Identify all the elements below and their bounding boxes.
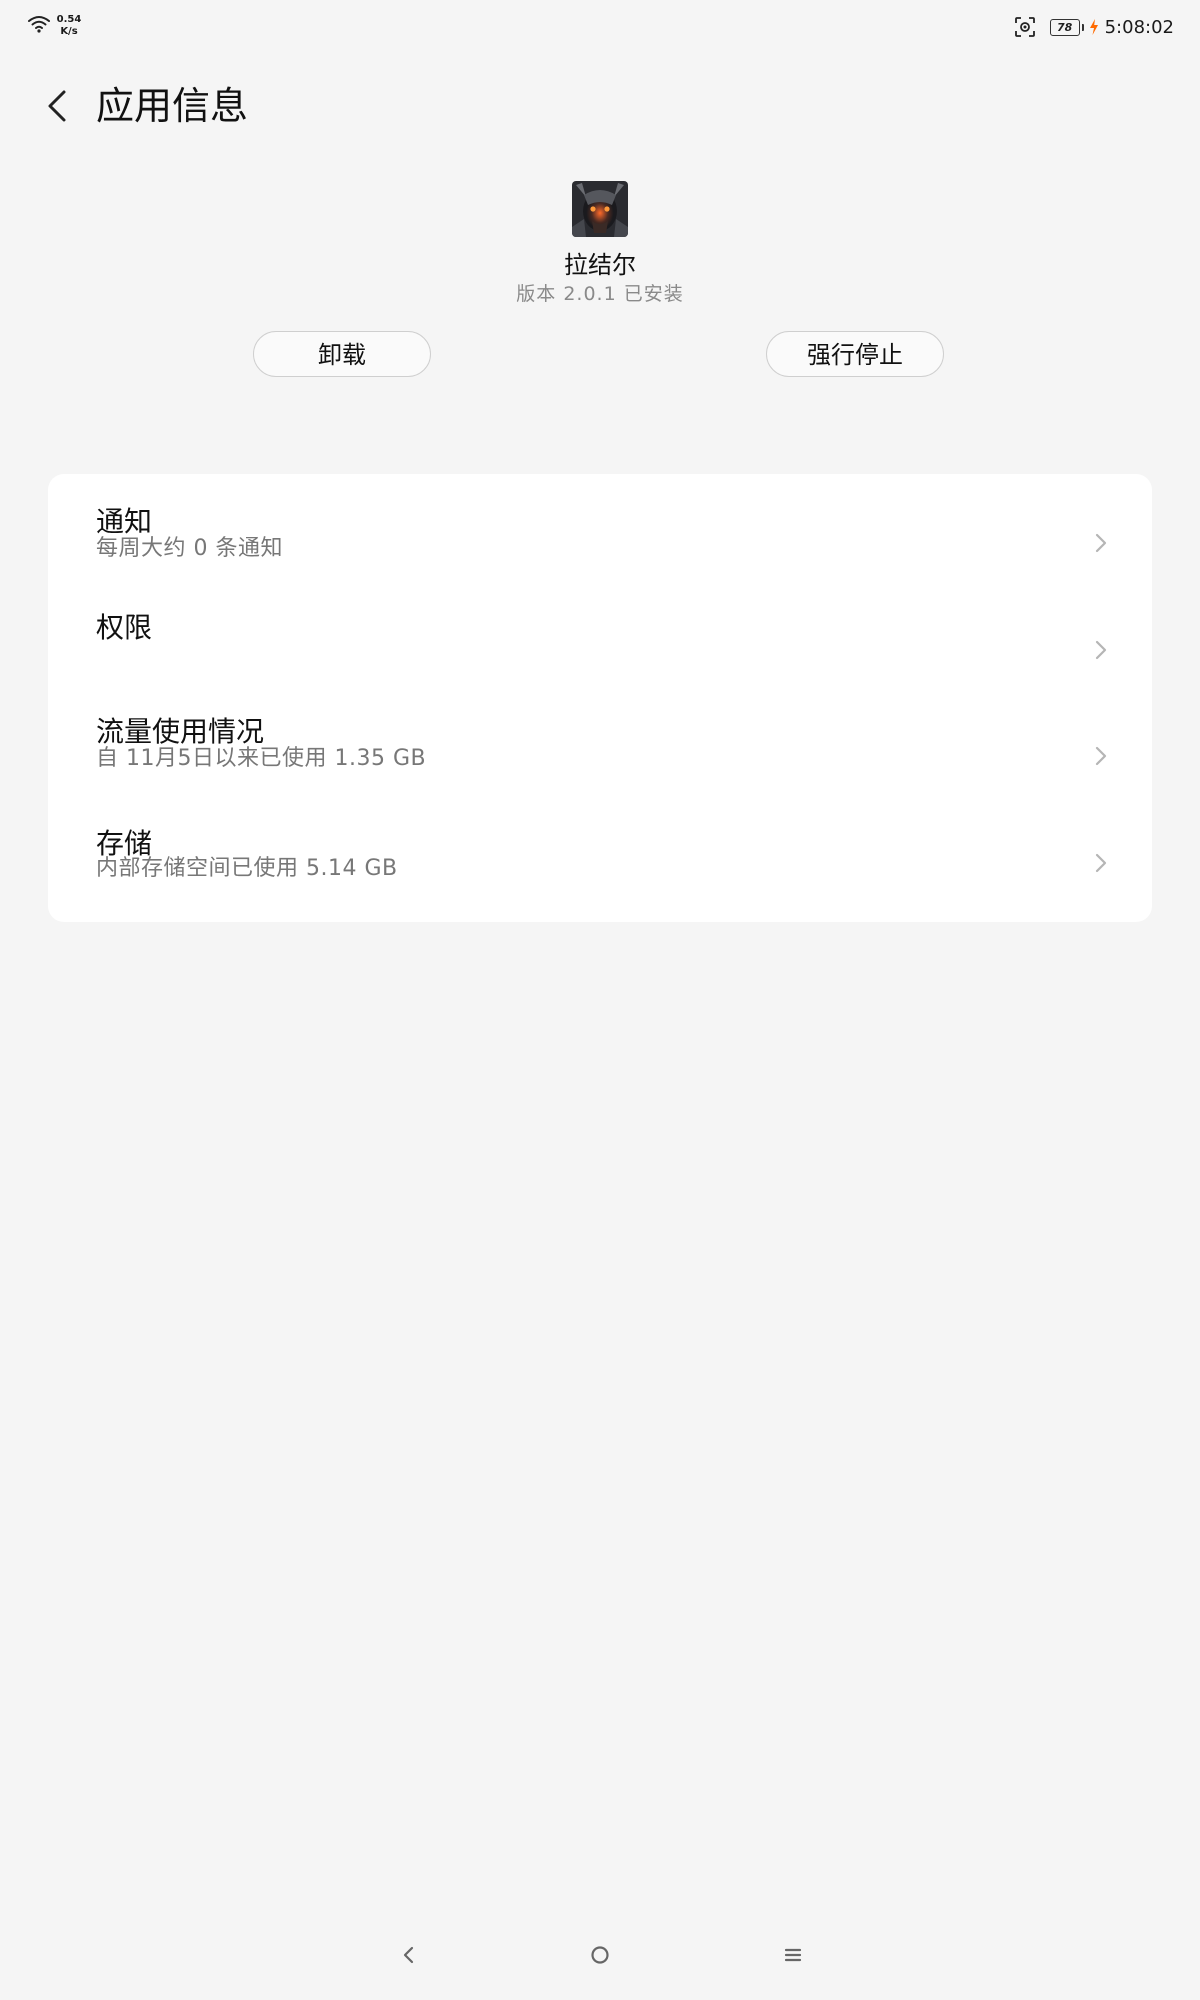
chevron-right-icon: [1095, 746, 1107, 766]
app-version: 版本 2.0.1 已安装: [516, 283, 684, 305]
settings-item-permissions[interactable]: 权限: [48, 580, 1152, 686]
back-arrow-icon[interactable]: [36, 84, 80, 128]
screen-capture-icon: [1014, 17, 1035, 37]
settings-card: 通知 每周大约 0 条通知 权限 流量使用情况 自 11月5日以来已使用 1.3…: [48, 474, 1152, 922]
settings-item-storage[interactable]: 存储 内部存储空间已使用 5.14 GB: [48, 796, 1152, 922]
uninstall-button[interactable]: 卸载: [253, 331, 431, 377]
page-title: 应用信息: [96, 84, 249, 128]
force-stop-button[interactable]: 强行停止: [766, 331, 944, 377]
network-speed-unit: K/s: [60, 26, 78, 37]
status-bar: 0.54 K/s 78 5:08:02: [0, 0, 1200, 54]
nav-home-icon[interactable]: [585, 1940, 615, 1970]
chevron-right-icon: [1095, 533, 1107, 553]
nav-menu-icon[interactable]: [778, 1940, 808, 1970]
charging-bolt-icon: [1089, 19, 1098, 35]
settings-item-subtitle: 自 11月5日以来已使用 1.35 GB: [96, 746, 427, 771]
settings-item-subtitle: 内部存储空间已使用 5.14 GB: [96, 856, 398, 881]
header: 应用信息: [0, 70, 1200, 144]
wifi-icon: [28, 16, 50, 33]
chevron-right-icon: [1095, 640, 1107, 660]
status-right: 78 5:08:02: [1014, 14, 1174, 40]
nav-back-icon[interactable]: [394, 1940, 424, 1970]
battery-indicator: 78: [1049, 18, 1084, 36]
settings-item-data-usage[interactable]: 流量使用情况 自 11月5日以来已使用 1.35 GB: [48, 686, 1152, 796]
network-speed-value: 0.54: [56, 14, 82, 25]
settings-item-subtitle: 每周大约 0 条通知: [96, 536, 283, 561]
status-time: 5:08:02: [1104, 16, 1174, 38]
navigation-bar: [0, 1940, 1200, 1988]
settings-item-notifications[interactable]: 通知 每周大约 0 条通知: [48, 474, 1152, 580]
settings-item-title: 权限: [96, 611, 153, 644]
network-speed: 0.54 K/s: [54, 14, 84, 38]
app-name: 拉结尔: [564, 251, 636, 279]
app-icon: [572, 181, 628, 237]
chevron-right-icon: [1095, 853, 1107, 873]
